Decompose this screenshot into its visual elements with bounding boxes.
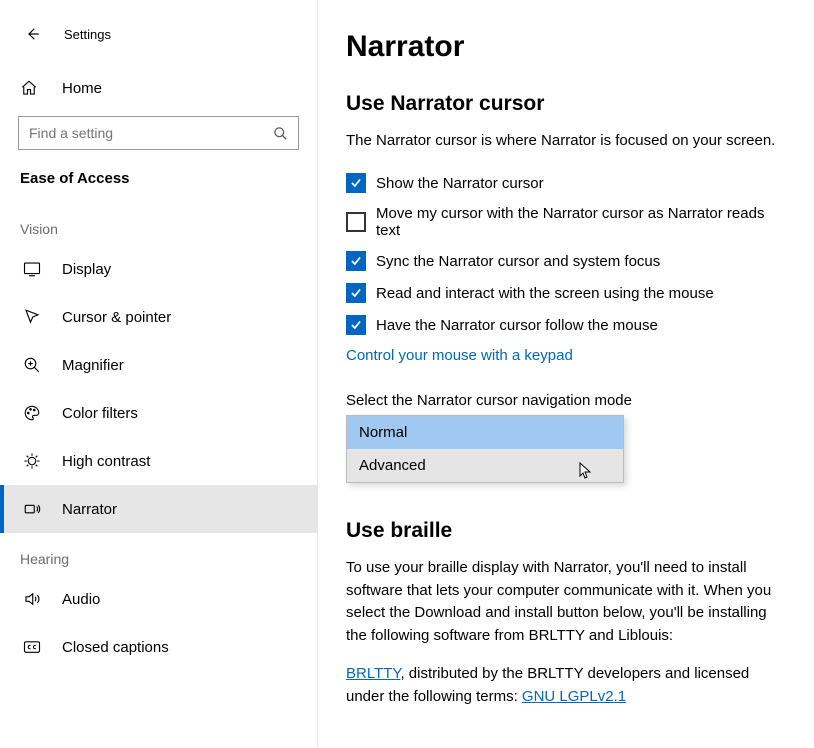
cursor-icon	[20, 308, 44, 326]
cc-icon	[20, 638, 44, 656]
group-label-hearing: Hearing	[0, 533, 317, 575]
sidebar-item-magnifier[interactable]: Magnifier	[0, 341, 317, 389]
sidebar-item-cursor[interactable]: Cursor & pointer	[0, 293, 317, 341]
checkbox-row: Move my cursor with the Narrator cursor …	[346, 205, 786, 239]
app-title: Settings	[64, 27, 111, 42]
sidebar-item-cc[interactable]: Closed captions	[0, 623, 317, 671]
search-input[interactable]	[29, 125, 273, 141]
braille-desc: To use your braille display with Narrato…	[346, 557, 786, 647]
nav-mode-label: Select the Narrator cursor navigation mo…	[346, 392, 786, 409]
sidebar-item-narrator[interactable]: Narrator	[0, 485, 317, 533]
home-label: Home	[62, 80, 102, 97]
checkbox-label: Sync the Narrator cursor and system focu…	[376, 253, 660, 270]
checkbox-row: Show the Narrator cursor	[346, 173, 786, 193]
cursor-desc: The Narrator cursor is where Narrator is…	[346, 130, 786, 151]
sidebar-item-highcontrast[interactable]: High contrast	[0, 437, 317, 485]
dropdown-option-normal[interactable]: Normal	[347, 416, 623, 449]
sidebar-item-colorfilters[interactable]: Color filters	[0, 389, 317, 437]
nav-mode-dropdown[interactable]: Normal Advanced	[346, 415, 624, 483]
checkbox-row: Read and interact with the screen using …	[346, 283, 786, 303]
group-label-vision: Vision	[0, 203, 317, 245]
checkbox-label: Move my cursor with the Narrator cursor …	[376, 205, 786, 239]
sidebar-item-label: Magnifier	[62, 357, 124, 374]
narrator-icon	[20, 500, 44, 518]
checkbox-row: Have the Narrator cursor follow the mous…	[346, 315, 786, 335]
magnifier-icon	[20, 356, 44, 374]
sidebar-item-label: Cursor & pointer	[62, 309, 171, 326]
sidebar-item-label: High contrast	[62, 453, 150, 470]
main-content: Narrator Use Narrator cursor The Narrato…	[318, 0, 814, 748]
lgpl-link[interactable]: GNU LGPLv2.1	[522, 688, 626, 705]
page-title: Narrator	[346, 30, 786, 64]
sidebar-item-label: Narrator	[62, 501, 117, 518]
section-header: Ease of Access	[0, 164, 317, 203]
search-icon	[273, 126, 288, 141]
checkbox[interactable]	[346, 315, 366, 335]
checkbox[interactable]	[346, 173, 366, 193]
keypad-link[interactable]: Control your mouse with a keypad	[346, 347, 573, 364]
search-box[interactable]	[18, 116, 299, 150]
home-icon	[20, 79, 44, 97]
sidebar-item-label: Color filters	[62, 405, 138, 422]
palette-icon	[20, 404, 44, 422]
sidebar-item-display[interactable]: Display	[0, 245, 317, 293]
brltty-link[interactable]: BRLTTY	[346, 665, 400, 682]
display-icon	[20, 260, 44, 278]
topbar: Settings	[0, 16, 317, 52]
checkbox[interactable]	[346, 283, 366, 303]
back-button[interactable]	[20, 22, 44, 46]
dropdown-option-advanced[interactable]: Advanced	[347, 449, 623, 482]
checkbox[interactable]	[346, 251, 366, 271]
home-nav[interactable]: Home	[0, 68, 317, 108]
sidebar-item-label: Closed captions	[62, 639, 169, 656]
audio-icon	[20, 590, 44, 608]
sidebar: Settings Home Ease of Access Vision Disp…	[0, 0, 318, 748]
sidebar-item-audio[interactable]: Audio	[0, 575, 317, 623]
checkbox-label: Show the Narrator cursor	[376, 175, 544, 192]
arrow-left-icon	[23, 25, 41, 43]
sidebar-item-label: Display	[62, 261, 111, 278]
checkbox[interactable]	[346, 212, 366, 232]
checkbox-label: Read and interact with the screen using …	[376, 285, 714, 302]
checkbox-list: Show the Narrator cursor Move my cursor w…	[346, 173, 786, 335]
cursor-section-title: Use Narrator cursor	[346, 92, 786, 116]
sidebar-item-label: Audio	[62, 591, 100, 608]
braille-title: Use braille	[346, 519, 786, 543]
braille-license-line: BRLTTY, distributed by the BRLTTY develo…	[346, 663, 786, 708]
checkbox-label: Have the Narrator cursor follow the mous…	[376, 317, 658, 334]
checkbox-row: Sync the Narrator cursor and system focu…	[346, 251, 786, 271]
contrast-icon	[20, 452, 44, 470]
